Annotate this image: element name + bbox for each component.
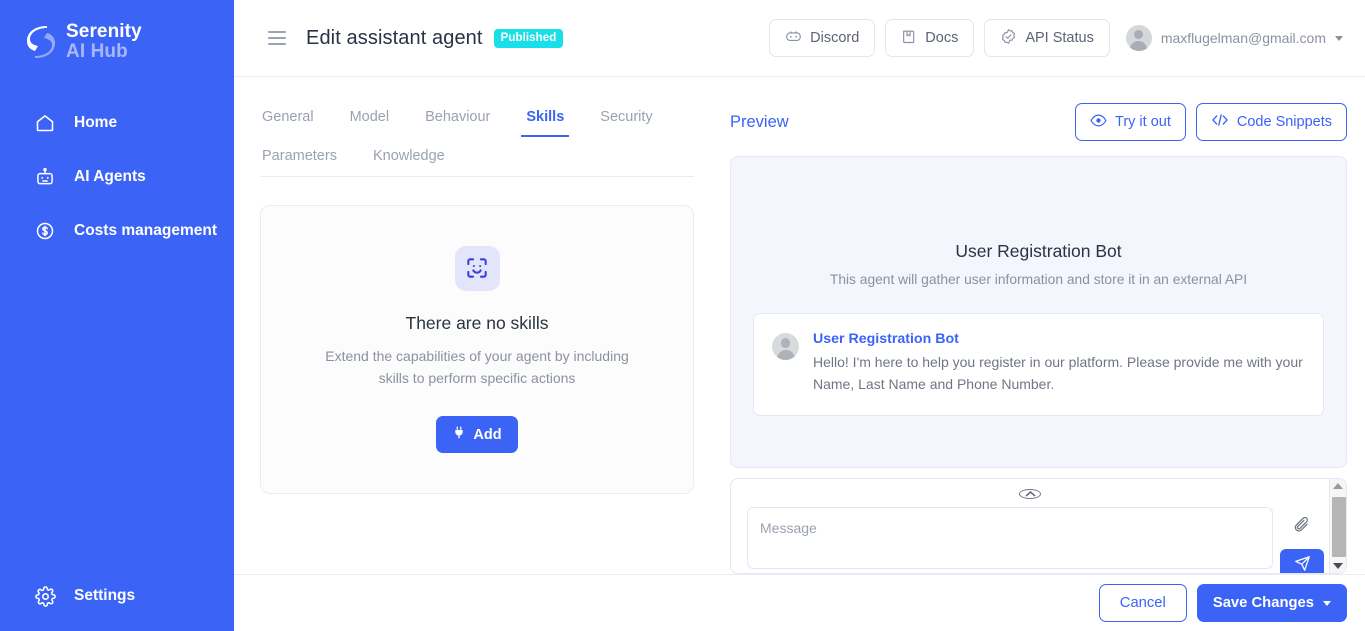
cancel-button[interactable]: Cancel <box>1098 584 1187 622</box>
paperclip-icon[interactable] <box>1294 515 1311 539</box>
app-logo[interactable]: Serenity AI Hub <box>0 0 234 62</box>
status-badge: Published <box>493 28 564 48</box>
bot-description: This agent will gather user information … <box>829 272 1248 288</box>
discord-button-label: Discord <box>810 30 860 46</box>
api-status-button[interactable]: API Status <box>984 19 1110 57</box>
page-title: Edit assistant agent <box>306 26 483 49</box>
dollar-circle-icon <box>34 220 56 242</box>
message-input[interactable] <box>747 507 1273 570</box>
scroll-up-arrow-icon[interactable] <box>1333 483 1343 490</box>
preview-actions: Try it out Code Snippets <box>1075 103 1347 142</box>
skills-empty-subtitle: Extend the capabilities of your agent by… <box>325 347 629 386</box>
sidebar-nav: Home AI Agents Costs management <box>0 96 234 258</box>
topbar-actions: Discord Docs API Status maxflugelman@gma… <box>769 19 1347 57</box>
topbar: Edit assistant agent Published Discord D… <box>234 0 1365 77</box>
tab-parameters[interactable]: Parameters <box>262 136 337 176</box>
serenity-s-logo-icon <box>26 25 56 58</box>
code-snippets-label: Code Snippets <box>1236 114 1332 131</box>
hamburger-icon[interactable] <box>268 31 286 45</box>
tab-general[interactable]: General <box>262 103 314 136</box>
preview-pane: Preview Try it out Code Snippets User Re… <box>702 77 1347 574</box>
docs-button-label: Docs <box>925 30 959 46</box>
chat-message: User Registration Bot Hello! I'm here to… <box>753 313 1324 416</box>
skills-empty-state-card: There are no skills Extend the capabilit… <box>260 205 694 494</box>
sidebar-item-home[interactable]: Home <box>0 96 234 150</box>
user-menu[interactable]: maxflugelman@gmail.com <box>1125 25 1347 51</box>
chat-preview-panel: User Registration Bot This agent will ga… <box>730 156 1347 469</box>
avatar <box>1125 25 1152 51</box>
code-brackets-icon <box>1211 113 1229 131</box>
user-email: maxflugelman@gmail.com <box>1160 30 1326 46</box>
preview-header: Preview Try it out Code Snippets <box>730 103 1347 142</box>
sidebar-nav-bottom: Settings <box>0 569 234 623</box>
scrollbar-thumb[interactable] <box>1331 497 1346 558</box>
sidebar-item-settings[interactable]: Settings <box>0 569 234 623</box>
app-root: Serenity AI Hub Home AI Agents Costs man… <box>0 0 1365 631</box>
save-changes-button[interactable]: Save Changes <box>1196 584 1347 622</box>
eye-icon <box>1090 113 1107 132</box>
scroll-down-arrow-icon[interactable] <box>1333 563 1343 569</box>
sidebar-item-ai-agents[interactable]: AI Agents <box>0 150 234 204</box>
sidebar-item-costs-management[interactable]: Costs management <box>0 204 234 258</box>
chevron-down-icon <box>1335 35 1343 41</box>
docs-button[interactable]: Docs <box>885 19 975 57</box>
main-area: Edit assistant agent Published Discord D… <box>234 0 1365 631</box>
discord-button[interactable]: Discord <box>769 19 876 57</box>
book-icon <box>901 28 917 49</box>
content-body: General Model Behaviour Skills Security … <box>234 77 1365 574</box>
code-snippets-button[interactable]: Code Snippets <box>1195 103 1347 142</box>
tab-model[interactable]: Model <box>350 103 390 136</box>
gear-icon <box>34 585 56 607</box>
badge-check-icon <box>1000 28 1017 49</box>
try-it-out-label: Try it out <box>1115 114 1171 131</box>
composer-scrollbar[interactable] <box>1329 479 1346 573</box>
sidebar-item-label: Home <box>74 113 118 131</box>
preview-title: Preview <box>730 112 789 131</box>
scrollbar-track[interactable] <box>1330 493 1346 559</box>
footer-actions: Cancel Save Changes <box>234 574 1365 631</box>
save-changes-label: Save Changes <box>1212 595 1314 611</box>
bot-avatar <box>772 333 799 361</box>
try-it-out-button[interactable]: Try it out <box>1075 103 1186 142</box>
home-icon <box>34 112 56 134</box>
tab-knowledge[interactable]: Knowledge <box>373 136 445 176</box>
chat-message-text: Hello! I'm here to help you register in … <box>813 354 1303 392</box>
sidebar-item-label: Costs management <box>74 221 217 239</box>
logo-line-1: Serenity <box>66 21 142 42</box>
send-button[interactable] <box>1280 549 1324 574</box>
tab-skills[interactable]: Skills <box>521 103 570 137</box>
chevron-down-icon <box>1323 600 1331 606</box>
robot-icon <box>34 166 56 188</box>
face-scan-icon <box>454 245 500 291</box>
chevron-up-circle-icon[interactable] <box>1019 489 1041 500</box>
settings-pane: General Model Behaviour Skills Security … <box>234 77 702 574</box>
api-status-button-label: API Status <box>1025 30 1094 46</box>
logo-line-2: AI Hub <box>66 40 128 62</box>
tab-security[interactable]: Security <box>600 103 652 136</box>
discord-icon <box>785 28 802 49</box>
add-skill-button[interactable]: Add <box>436 416 518 454</box>
tab-behaviour[interactable]: Behaviour <box>425 103 490 136</box>
sidebar-item-label: Settings <box>74 587 136 604</box>
send-plane-icon <box>1294 555 1311 573</box>
chat-message-author: User Registration Bot <box>813 331 959 348</box>
settings-tabs: General Model Behaviour Skills Security … <box>260 103 694 177</box>
skills-empty-title: There are no skills <box>405 312 549 333</box>
bot-name: User Registration Bot <box>955 241 1122 262</box>
composer-tools <box>1280 507 1324 574</box>
plug-icon <box>452 425 466 444</box>
add-skill-button-label: Add <box>473 426 502 443</box>
sidebar-item-label: AI Agents <box>74 167 146 185</box>
message-composer <box>730 478 1347 574</box>
sidebar: Serenity AI Hub Home AI Agents Costs man… <box>0 0 234 631</box>
